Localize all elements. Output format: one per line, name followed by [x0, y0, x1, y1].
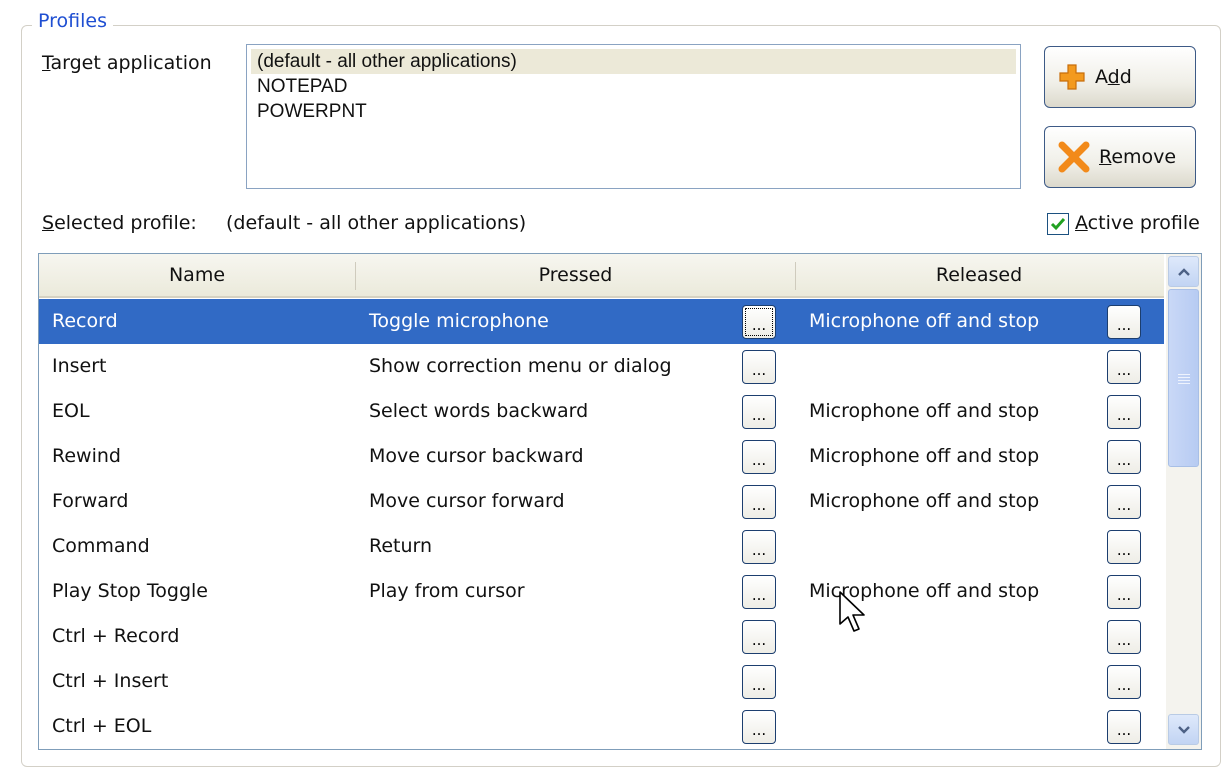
profiles-group-title: Profiles	[32, 10, 113, 32]
released-ellipsis-button[interactable]: ...	[1107, 620, 1141, 654]
row-name-cell: EOL	[52, 400, 90, 422]
pressed-ellipsis-button[interactable]: ...	[742, 530, 776, 564]
table-row[interactable]: Insert Show correction menu or dialog....…	[39, 344, 1164, 389]
table-row[interactable]: Play Stop Toggle Play from cursor... Micro…	[39, 569, 1164, 614]
row-name-cell: Insert	[52, 355, 107, 377]
released-ellipsis-button[interactable]: ...	[1107, 485, 1141, 519]
selected-profile-label: Selected profile:	[42, 212, 197, 234]
pressed-ellipsis-button[interactable]: ...	[742, 620, 776, 654]
column-header-released[interactable]: Released	[796, 254, 1162, 296]
pressed-ellipsis-button[interactable]: ...	[742, 665, 776, 699]
pressed-ellipsis-button[interactable]: ...	[742, 575, 776, 609]
scroll-thumb[interactable]	[1168, 289, 1199, 467]
row-pressed-cell: Move cursor backward	[369, 445, 584, 467]
table-row[interactable]: Ctrl + EOL......	[39, 704, 1164, 749]
column-header-pressed[interactable]: Pressed	[356, 254, 795, 296]
table-row[interactable]: Ctrl + Record......	[39, 614, 1164, 659]
row-name-cell: Play Stop Toggle	[52, 580, 208, 602]
row-name-cell: Record	[52, 310, 118, 332]
scroll-down-button[interactable]	[1168, 714, 1199, 745]
released-ellipsis-button[interactable]: ...	[1107, 395, 1141, 429]
released-ellipsis-button[interactable]: ...	[1107, 710, 1141, 744]
pressed-ellipsis-button[interactable]: ...	[742, 485, 776, 519]
remove-button-label: Remove	[1099, 146, 1177, 168]
released-ellipsis-button[interactable]: ...	[1107, 665, 1141, 699]
row-pressed-cell: Show correction menu or dialog	[369, 355, 672, 377]
row-released-cell: Microphone off and stop	[809, 490, 1040, 512]
target-application-list[interactable]: (default - all other applications) NOTEP…	[246, 44, 1021, 189]
chevron-up-icon	[1177, 267, 1190, 276]
check-icon	[1050, 218, 1066, 231]
released-ellipsis-button[interactable]: ...	[1107, 575, 1141, 609]
remove-button[interactable]: Remove	[1044, 126, 1196, 188]
grid-header: Name Pressed Released	[39, 254, 1164, 298]
mouse-pointer-icon	[839, 591, 865, 632]
row-name-cell: Ctrl + Record	[52, 625, 180, 647]
row-released-cell: Microphone off and stop	[809, 445, 1040, 467]
table-row[interactable]: EOL Select words backward... Microphone of…	[39, 389, 1164, 434]
column-header-name[interactable]: Name	[39, 254, 355, 296]
table-row[interactable]: Ctrl + Insert......	[39, 659, 1164, 704]
button-mapping-grid: Name Pressed Released Record Toggle micro…	[38, 253, 1202, 750]
pressed-ellipsis-button[interactable]: ...	[742, 395, 776, 429]
row-pressed-cell: Toggle microphone	[369, 310, 549, 332]
selected-profile-value: (default - all other applications)	[226, 212, 527, 234]
row-name-cell: Command	[52, 535, 150, 557]
target-application-label: Target application	[42, 52, 212, 74]
released-ellipsis-button[interactable]: ...	[1107, 440, 1141, 474]
active-profile-label[interactable]: Active profile	[1075, 212, 1200, 234]
active-profile-checkbox[interactable]	[1047, 213, 1069, 235]
add-button[interactable]: Add	[1044, 46, 1196, 108]
row-released-cell: Microphone off and stop	[809, 310, 1040, 332]
table-row[interactable]: Command Return......	[39, 524, 1164, 569]
pressed-ellipsis-button[interactable]: ...	[742, 710, 776, 744]
row-pressed-cell: Move cursor forward	[369, 490, 565, 512]
row-pressed-cell: Play from cursor	[369, 580, 525, 602]
table-row[interactable]: Record Toggle microphone... Microphone off…	[39, 299, 1164, 344]
application-item-default[interactable]: (default - all other applications)	[251, 49, 1016, 74]
chevron-down-icon	[1177, 725, 1190, 734]
row-name-cell: Ctrl + EOL	[52, 715, 152, 737]
add-button-label: Add	[1095, 66, 1132, 88]
plus-icon	[1059, 64, 1085, 90]
row-name-cell: Rewind	[52, 445, 121, 467]
x-icon	[1058, 141, 1090, 173]
scroll-up-button[interactable]	[1168, 256, 1199, 287]
row-released-cell: Microphone off and stop	[809, 400, 1040, 422]
application-item-notepad[interactable]: NOTEPAD	[251, 74, 1016, 99]
pressed-ellipsis-button[interactable]: ...	[742, 350, 776, 384]
released-ellipsis-button[interactable]: ...	[1107, 305, 1141, 339]
row-pressed-cell: Select words backward	[369, 400, 589, 422]
row-name-cell: Ctrl + Insert	[52, 670, 169, 692]
row-pressed-cell: Return	[369, 535, 433, 557]
table-row[interactable]: Forward Move cursor forward... Microphone …	[39, 479, 1164, 524]
vertical-scrollbar[interactable]	[1166, 254, 1201, 749]
pressed-ellipsis-button[interactable]: ...	[742, 305, 776, 339]
released-ellipsis-button[interactable]: ...	[1107, 530, 1141, 564]
released-ellipsis-button[interactable]: ...	[1107, 350, 1141, 384]
row-name-cell: Forward	[52, 490, 129, 512]
application-item-powerpnt[interactable]: POWERPNT	[251, 99, 1016, 124]
table-row[interactable]: Rewind Move cursor backward... Microphone …	[39, 434, 1164, 479]
pressed-ellipsis-button[interactable]: ...	[742, 440, 776, 474]
